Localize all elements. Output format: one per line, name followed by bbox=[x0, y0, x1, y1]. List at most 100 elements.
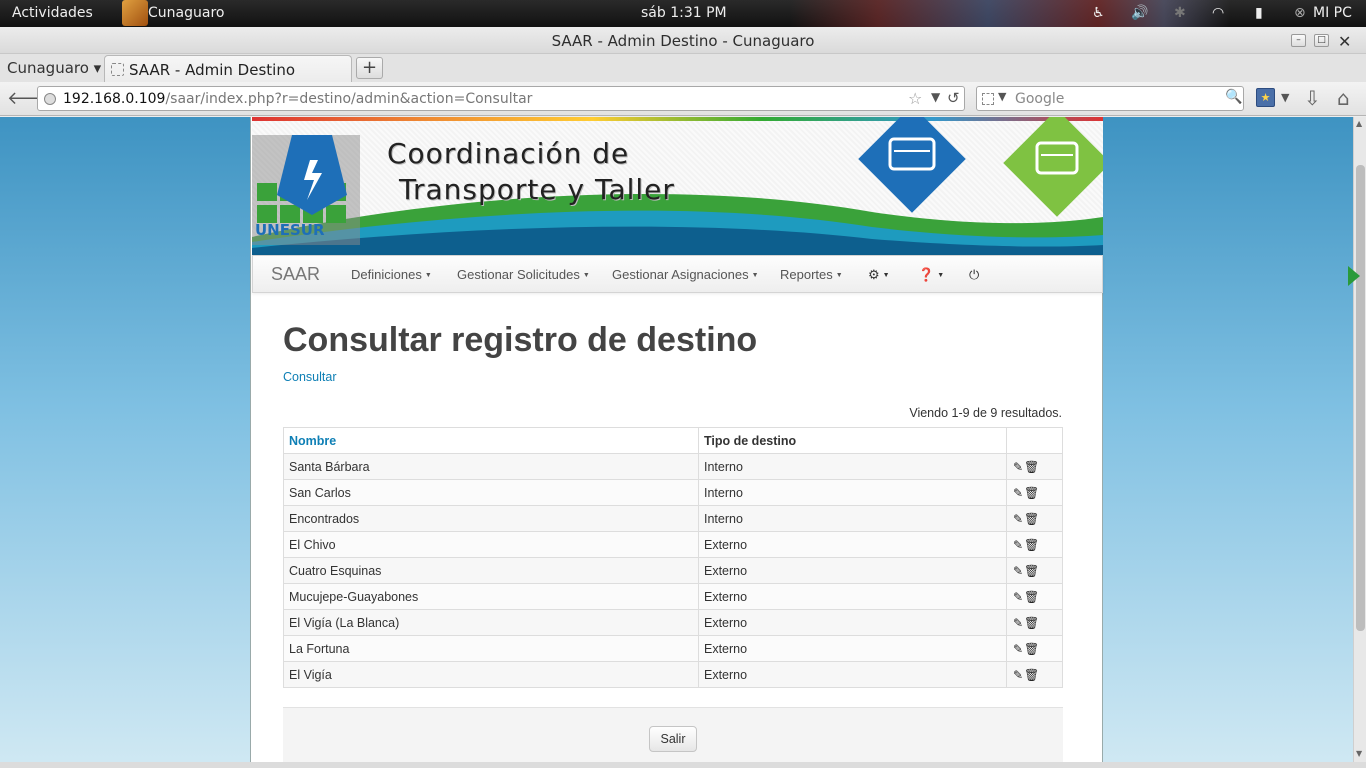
reload-icon[interactable]: ↺ bbox=[947, 89, 960, 107]
cell-nombre: Cuatro Esquinas bbox=[283, 557, 699, 584]
app-icon bbox=[122, 0, 148, 26]
history-dropdown-icon[interactable]: ▼ bbox=[931, 90, 940, 104]
table-row: Cuatro Esquinas Externo ✎🗑 bbox=[283, 557, 1063, 584]
site-identity-icon[interactable] bbox=[44, 93, 56, 105]
url-bar[interactable]: 192.168.0.109/saar/index.php?r=destino/a… bbox=[37, 86, 965, 111]
url-path: /saar/index.php?r=destino/admin&action=C… bbox=[165, 91, 533, 107]
banner-artwork: UNESUR bbox=[252, 117, 1103, 255]
bookmarks-icon[interactable]: ★ bbox=[1256, 88, 1275, 107]
trash-icon[interactable]: 🗑 bbox=[1024, 590, 1039, 604]
menu-reportes[interactable]: Reportes ▼ bbox=[780, 267, 843, 282]
app-menu[interactable]: Cunaguaro bbox=[148, 5, 224, 21]
caret-down-icon: ▼ bbox=[751, 272, 759, 279]
results-summary: Viendo 1-9 de 9 resultados. bbox=[909, 406, 1062, 420]
pencil-icon[interactable]: ✎ bbox=[1012, 616, 1024, 630]
battery-icon[interactable]: ▮ bbox=[1255, 5, 1263, 21]
vertical-scrollbar[interactable]: ▲ ▼ bbox=[1353, 117, 1366, 762]
cell-tipo: Interno bbox=[698, 505, 1007, 532]
pencil-icon[interactable]: ✎ bbox=[1012, 668, 1024, 682]
close-window-icon[interactable]: ✕ bbox=[1338, 32, 1351, 51]
search-engine-icon[interactable] bbox=[982, 93, 994, 105]
table-row: Santa Bárbara Interno ✎🗑 bbox=[283, 453, 1063, 480]
cell-actions: ✎🗑 bbox=[1006, 531, 1063, 558]
cell-actions: ✎🗑 bbox=[1006, 453, 1063, 480]
user-menu[interactable]: MI PC bbox=[1313, 5, 1352, 21]
tab-active[interactable]: SAAR - Admin Destino bbox=[104, 55, 352, 82]
downloads-icon[interactable]: ⇩ bbox=[1304, 86, 1321, 110]
question-icon: ❓ bbox=[918, 267, 935, 282]
menu-gestionar-solicitudes[interactable]: Gestionar Solicitudes ▼ bbox=[457, 267, 590, 282]
pencil-icon[interactable]: ✎ bbox=[1012, 486, 1024, 500]
cell-tipo: Externo bbox=[698, 531, 1007, 558]
column-header-nombre[interactable]: Nombre bbox=[283, 427, 699, 454]
cell-actions: ✎🗑 bbox=[1006, 505, 1063, 532]
url-text[interactable]: 192.168.0.109/saar/index.php?r=destino/a… bbox=[63, 91, 532, 107]
logout-button[interactable]: ⏻ bbox=[969, 267, 979, 283]
menu-label: Gestionar Asignaciones bbox=[612, 267, 749, 282]
trash-icon[interactable]: 🗑 bbox=[1024, 486, 1039, 500]
banner-title-line1: Coordinación de bbox=[387, 137, 630, 170]
pencil-icon[interactable]: ✎ bbox=[1012, 538, 1024, 552]
form-actions-bar: Salir bbox=[283, 707, 1063, 762]
window-titlebar: SAAR - Admin Destino - Cunaguaro – □ ✕ bbox=[0, 27, 1366, 54]
power-icon: ⏻ bbox=[969, 267, 980, 282]
trash-icon[interactable]: 🗑 bbox=[1024, 512, 1039, 526]
cell-tipo: Externo bbox=[698, 583, 1007, 610]
help-menu[interactable]: ❓ ▼ bbox=[918, 267, 944, 283]
app-navbar: SAAR Definiciones ▼ Gestionar Solicitudes… bbox=[252, 255, 1103, 293]
cell-tipo: Externo bbox=[698, 609, 1007, 636]
url-host: 192.168.0.109 bbox=[63, 91, 166, 107]
search-magnifier-icon[interactable]: 🔍 bbox=[1225, 89, 1242, 105]
menu-label: Definiciones bbox=[351, 267, 422, 282]
exit-button[interactable]: Salir bbox=[649, 726, 697, 752]
scroll-up-icon[interactable]: ▲ bbox=[1356, 119, 1362, 128]
bluetooth-icon[interactable]: ✱ bbox=[1174, 5, 1186, 21]
accessibility-icon[interactable]: ♿ bbox=[1092, 5, 1105, 21]
bookmark-star-icon[interactable]: ☆ bbox=[908, 89, 922, 108]
search-bar[interactable]: ▼ Google 🔍 bbox=[976, 86, 1244, 111]
clock[interactable]: sáb 1:31 PM bbox=[641, 5, 727, 21]
settings-menu[interactable]: ⚙ ▼ bbox=[868, 267, 890, 283]
trash-icon[interactable]: 🗑 bbox=[1024, 538, 1039, 552]
minimize-button[interactable]: – bbox=[1291, 34, 1306, 47]
favicon-icon bbox=[111, 63, 124, 76]
table-row: Mucujepe-Guayabones Externo ✎🗑 bbox=[283, 583, 1063, 610]
wallpaper-strip bbox=[790, 0, 1230, 27]
volume-icon[interactable]: 🔊 bbox=[1131, 5, 1148, 21]
menu-gestionar-asignaciones[interactable]: Gestionar Asignaciones ▼ bbox=[612, 267, 759, 282]
banner-title-line2: Transporte y Taller bbox=[399, 173, 675, 206]
cell-nombre: Encontrados bbox=[283, 505, 699, 532]
pencil-icon[interactable]: ✎ bbox=[1012, 512, 1024, 526]
wifi-icon[interactable]: ◠ bbox=[1212, 5, 1224, 21]
table-header-row: Nombre Tipo de destino bbox=[283, 427, 1063, 454]
brand-link[interactable]: SAAR bbox=[271, 264, 320, 285]
browser-toolbar: 🡐 192.168.0.109/saar/index.php?r=destino… bbox=[0, 82, 1366, 116]
trash-icon[interactable]: 🗑 bbox=[1024, 642, 1039, 656]
scrollbar-thumb[interactable] bbox=[1356, 165, 1365, 631]
activities-button[interactable]: Actividades bbox=[12, 5, 93, 21]
bookmarks-dropdown-icon[interactable]: ▼ bbox=[1281, 91, 1289, 104]
search-engine-dropdown-icon[interactable]: ▼ bbox=[998, 90, 1006, 103]
trash-icon[interactable]: 🗑 bbox=[1024, 564, 1039, 578]
new-tab-button[interactable]: + bbox=[356, 57, 383, 79]
home-icon[interactable]: ⌂ bbox=[1337, 86, 1350, 110]
cell-nombre: La Fortuna bbox=[283, 635, 699, 662]
pencil-icon[interactable]: ✎ bbox=[1012, 642, 1024, 656]
scroll-down-icon[interactable]: ▼ bbox=[1356, 749, 1362, 758]
breadcrumb-link[interactable]: Consultar bbox=[283, 370, 337, 384]
pencil-icon[interactable]: ✎ bbox=[1012, 564, 1024, 578]
menu-definiciones[interactable]: Definiciones ▼ bbox=[351, 267, 432, 282]
trash-icon[interactable]: 🗑 bbox=[1024, 616, 1039, 630]
cell-tipo: Externo bbox=[698, 661, 1007, 688]
tab-group-menu[interactable]: Cunaguaro ▾ bbox=[7, 59, 101, 77]
caret-down-icon: ▼ bbox=[424, 272, 432, 279]
maximize-button[interactable]: □ bbox=[1314, 34, 1329, 47]
caret-down-icon: ▼ bbox=[937, 272, 945, 279]
cell-nombre: El Vigía (La Blanca) bbox=[283, 609, 699, 636]
pencil-icon[interactable]: ✎ bbox=[1012, 460, 1024, 474]
table-row: Encontrados Interno ✎🗑 bbox=[283, 505, 1063, 532]
page-viewport: UNESUR Coordinación de Transporte y Tall… bbox=[0, 117, 1353, 762]
trash-icon[interactable]: 🗑 bbox=[1024, 668, 1039, 682]
trash-icon[interactable]: 🗑 bbox=[1024, 460, 1039, 474]
pencil-icon[interactable]: ✎ bbox=[1012, 590, 1024, 604]
